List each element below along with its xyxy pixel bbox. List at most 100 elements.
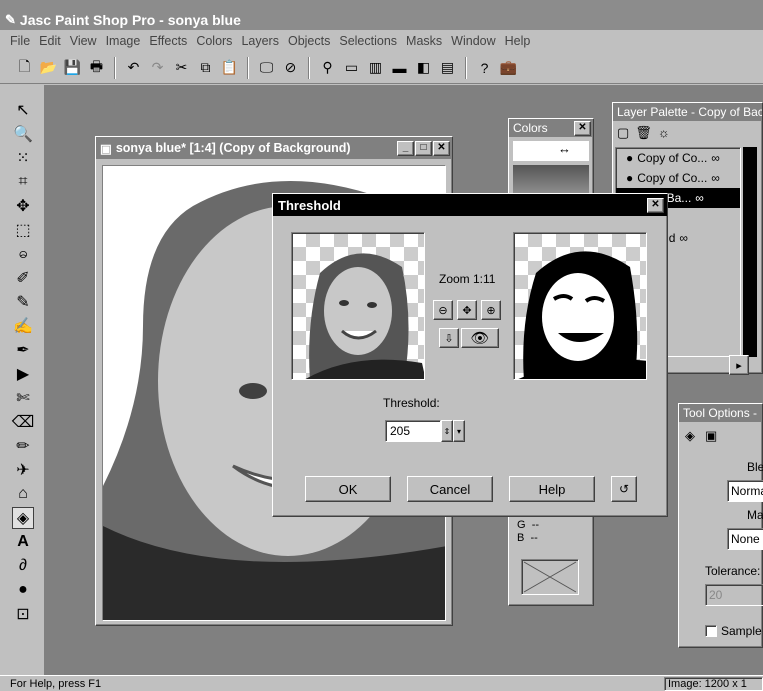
threshold-value-input[interactable]: 205 bbox=[385, 420, 441, 442]
delete-layer-icon[interactable]: 🗑 bbox=[635, 125, 652, 141]
dropper-tool-icon[interactable]: ✐ bbox=[12, 267, 34, 289]
checkbox-box[interactable] bbox=[705, 625, 717, 637]
undo-icon[interactable]: ↶ bbox=[123, 57, 144, 79]
redo-icon[interactable]: ↷ bbox=[147, 57, 168, 79]
colors-palette-title-bar[interactable]: Colors ✕ bbox=[509, 119, 593, 137]
cut-icon[interactable]: ✂ bbox=[171, 57, 192, 79]
text-tool-icon[interactable]: A bbox=[12, 531, 34, 553]
image-window-title-bar[interactable]: ▣ sonya blue* [1:4] (Copy of Background)… bbox=[96, 137, 452, 159]
visibility-icon[interactable]: ∞ bbox=[695, 191, 704, 205]
cancel-button[interactable]: Cancel bbox=[407, 476, 493, 502]
paintbrush-tool-icon[interactable]: ✎ bbox=[12, 291, 34, 313]
menu-help[interactable]: Help bbox=[505, 34, 531, 48]
reset-icon[interactable]: ↺ bbox=[611, 476, 637, 502]
arrow-tool-icon[interactable]: ↖ bbox=[12, 99, 34, 121]
draw-tool-icon[interactable]: ∂ bbox=[12, 555, 34, 577]
full-screen-icon[interactable]: 🖵 bbox=[256, 57, 277, 79]
tolerance-input[interactable]: 20 bbox=[705, 584, 763, 606]
print-icon[interactable]: 🖶 bbox=[86, 57, 107, 79]
selection-tool-icon[interactable]: ⬚ bbox=[12, 219, 34, 241]
retouch-tool-icon[interactable]: ▶ bbox=[12, 363, 34, 385]
menu-window[interactable]: Window bbox=[451, 34, 495, 48]
colors-palette-close-button[interactable]: ✕ bbox=[574, 120, 591, 136]
match-mode-select[interactable]: None bbox=[727, 528, 763, 550]
zoom-in-icon[interactable]: ⊕ bbox=[481, 300, 501, 320]
visibility-icon[interactable]: ∞ bbox=[679, 231, 688, 245]
menu-layers[interactable]: Layers bbox=[241, 34, 279, 48]
blend-mode-select[interactable]: Norma bbox=[727, 480, 763, 502]
fill-options-tab-icon[interactable]: ◈ bbox=[685, 428, 695, 444]
app-title: Jasc Paint Shop Pro - sonya blue bbox=[19, 11, 241, 28]
normal-viewing-icon[interactable]: ⊘ bbox=[280, 57, 301, 79]
threshold-dialog[interactable]: Threshold ✕ Zoom 1:11 ⊖ ✥ ⊕ ⇩ 👁 Threshol… bbox=[272, 193, 668, 517]
briefcase-icon[interactable]: 💼 bbox=[498, 57, 519, 79]
maximize-button[interactable]: □ bbox=[415, 140, 432, 156]
paste-icon[interactable]: 📋 bbox=[219, 57, 240, 79]
layer-row[interactable]: ● Copy of Co... ∞ bbox=[616, 148, 740, 168]
mover-tool-icon[interactable]: ✥ bbox=[12, 195, 34, 217]
menu-image[interactable]: Image bbox=[106, 34, 141, 48]
layer-row[interactable]: ● Copy of Co... ∞ bbox=[616, 168, 740, 188]
threshold-dialog-title-bar[interactable]: Threshold ✕ bbox=[273, 194, 667, 216]
threshold-spinner-icon[interactable]: ⇕ bbox=[441, 420, 453, 442]
tool-options-title-bar[interactable]: Tool Options - bbox=[679, 404, 762, 422]
menu-colors[interactable]: Colors bbox=[196, 34, 232, 48]
sample-merged-checkbox[interactable]: Sample bbox=[705, 624, 762, 638]
visibility-icon[interactable]: ∞ bbox=[711, 171, 720, 185]
toggle-color-palette-icon[interactable]: ▤ bbox=[437, 57, 458, 79]
preset-shapes-tool-icon[interactable]: ● bbox=[12, 579, 34, 601]
layer-mask-icon[interactable]: ☼ bbox=[658, 125, 670, 141]
swap-colors-icon[interactable]: ↔ bbox=[513, 141, 589, 161]
airbrush-tool-icon[interactable]: ✈ bbox=[12, 459, 34, 481]
scratch-remover-tool-icon[interactable]: ✄ bbox=[12, 387, 34, 409]
new-icon[interactable]: 🗋 bbox=[14, 57, 35, 79]
new-layer-icon[interactable]: ▢ bbox=[617, 125, 629, 141]
transparent-color-swatch[interactable] bbox=[521, 559, 579, 595]
menu-edit[interactable]: Edit bbox=[39, 34, 61, 48]
save-icon[interactable]: 💾 bbox=[62, 57, 83, 79]
scroll-right-icon[interactable]: ▸ bbox=[729, 355, 749, 375]
visibility-icon[interactable]: ∞ bbox=[711, 151, 720, 165]
layer-icon: ● bbox=[626, 151, 634, 165]
deformation-tool-icon[interactable]: ⁙ bbox=[12, 147, 34, 169]
close-button[interactable]: ✕ bbox=[433, 140, 450, 156]
tool-options-palette[interactable]: Tool Options - ◈ ▣ Ble Norma Ma None Tol… bbox=[678, 403, 763, 648]
auto-proof-eye-icon[interactable]: 👁 bbox=[461, 328, 499, 348]
picture-tube-tool-icon[interactable]: ✏ bbox=[12, 435, 34, 457]
zoom-tool-icon[interactable]: 🔍 bbox=[12, 123, 34, 145]
crop-tool-icon[interactable]: ⌗ bbox=[12, 171, 34, 193]
menu-view[interactable]: View bbox=[70, 34, 97, 48]
help-button[interactable]: Help bbox=[509, 476, 595, 502]
fill-tool-icon[interactable]: ◈ bbox=[12, 507, 34, 529]
dialog-close-button[interactable]: ✕ bbox=[647, 197, 664, 213]
freehand-tool-icon[interactable]: ဓ bbox=[12, 243, 34, 265]
context-help-icon[interactable]: ? bbox=[474, 57, 495, 79]
original-preview[interactable] bbox=[291, 232, 425, 380]
open-icon[interactable]: 📂 bbox=[38, 57, 59, 79]
threshold-preview[interactable] bbox=[513, 232, 647, 380]
eraser-tool-icon[interactable]: ⌫ bbox=[12, 411, 35, 433]
menu-file[interactable]: File bbox=[10, 34, 30, 48]
menu-masks[interactable]: Masks bbox=[406, 34, 442, 48]
clone-brush-tool-icon[interactable]: ✍ bbox=[12, 315, 34, 337]
toggle-histogram-icon[interactable]: ▥ bbox=[365, 57, 386, 79]
menu-objects[interactable]: Objects bbox=[288, 34, 330, 48]
tool-options-tab2-icon[interactable]: ▣ bbox=[705, 428, 717, 444]
ok-button[interactable]: OK bbox=[305, 476, 391, 502]
object-selector-tool-icon[interactable]: ⊡ bbox=[12, 603, 34, 625]
threshold-dropdown-icon[interactable]: ▾ bbox=[453, 420, 465, 442]
toggle-toolbox-icon[interactable]: ⚲ bbox=[317, 57, 338, 79]
toggle-layers-icon[interactable]: ◧ bbox=[413, 57, 434, 79]
pan-icon[interactable]: ✥ bbox=[457, 300, 477, 320]
menu-effects[interactable]: Effects bbox=[149, 34, 187, 48]
toggle-tool-options-icon[interactable]: ▭ bbox=[341, 57, 362, 79]
menu-selections[interactable]: Selections bbox=[339, 34, 397, 48]
flood-fill-tool-icon[interactable]: ⌂ bbox=[12, 483, 34, 505]
move-preview-icon[interactable]: ⇩ bbox=[439, 328, 459, 348]
copy-icon[interactable]: ⧉ bbox=[195, 57, 216, 79]
layer-palette-title-bar[interactable]: Layer Palette - Copy of Bac bbox=[613, 103, 762, 121]
toggle-overview-icon[interactable]: ▬ bbox=[389, 57, 410, 79]
color-replacer-tool-icon[interactable]: ✒ bbox=[12, 339, 34, 361]
minimize-button[interactable]: _ bbox=[397, 140, 414, 156]
zoom-out-icon[interactable]: ⊖ bbox=[433, 300, 453, 320]
